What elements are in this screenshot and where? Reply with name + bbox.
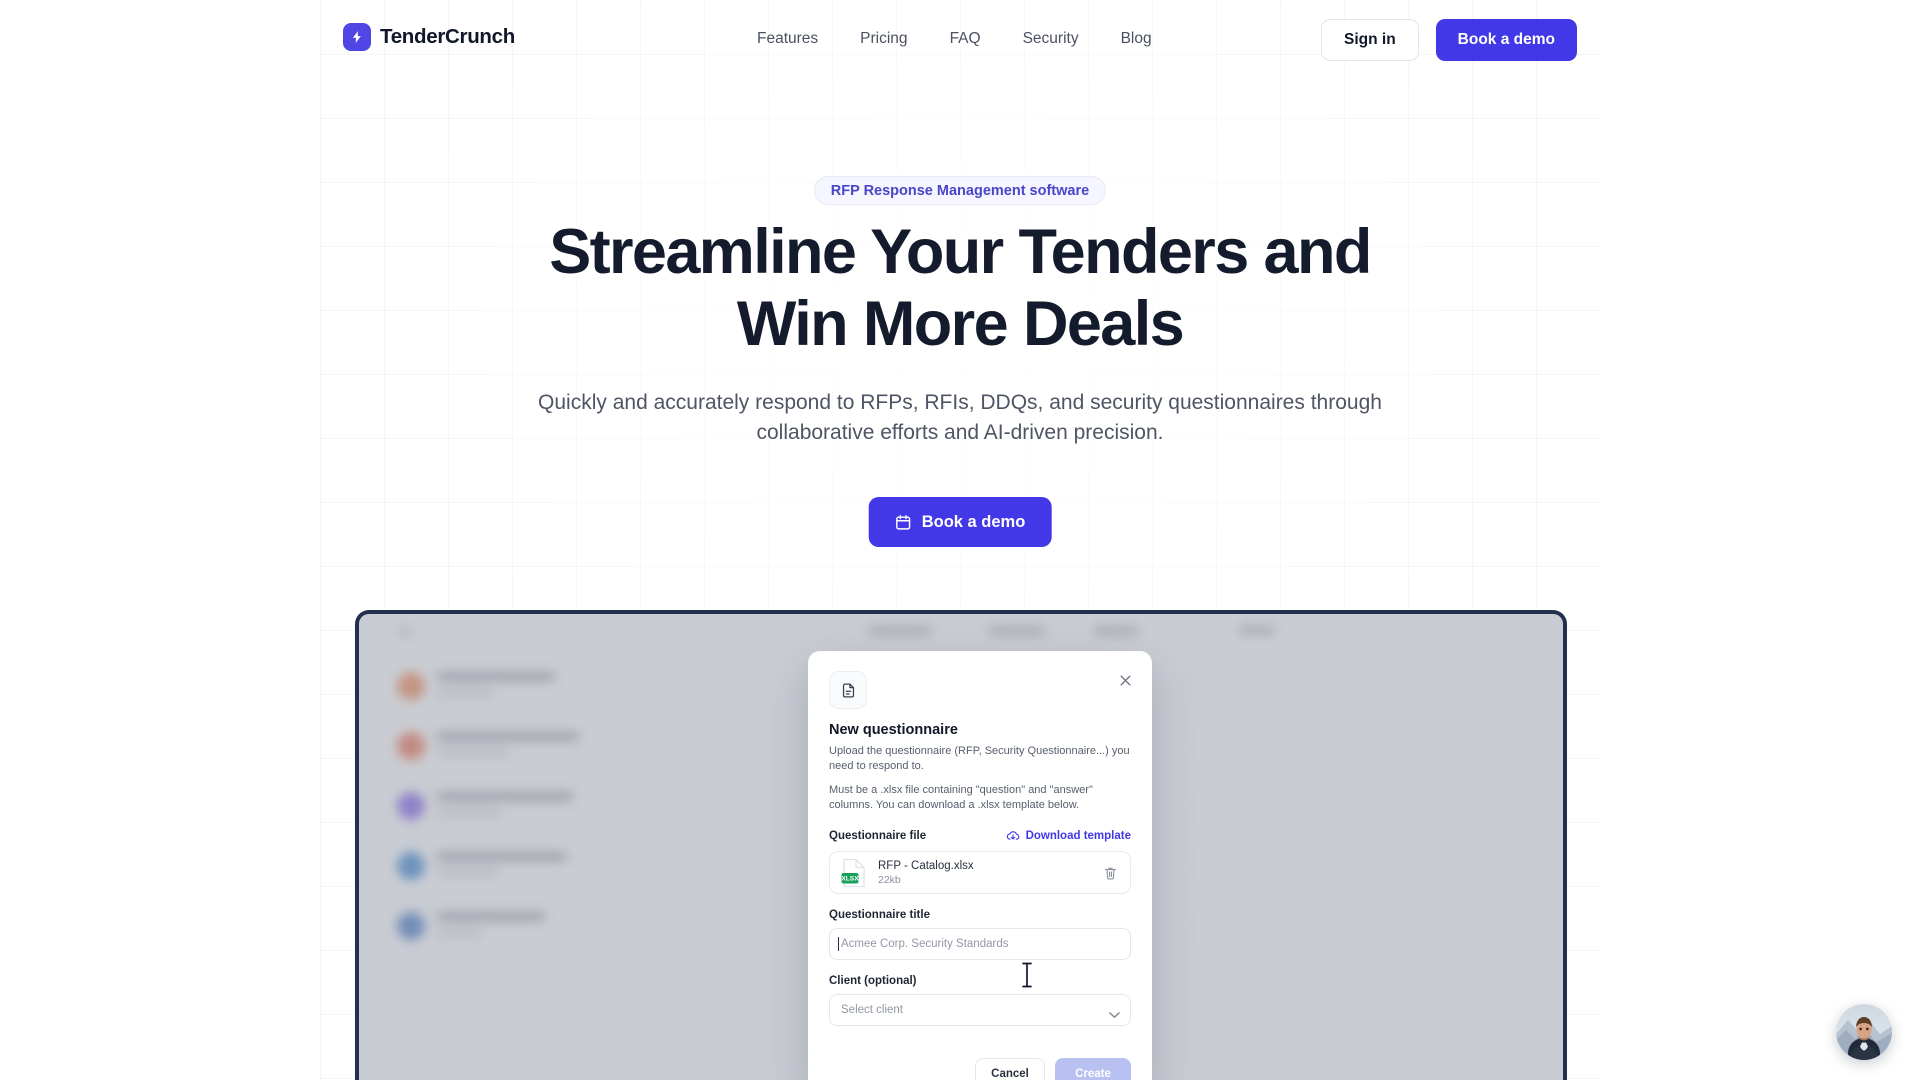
client-select[interactable]: Select client: [829, 994, 1131, 1026]
page-title: Streamline Your Tenders and Win More Dea…: [410, 216, 1510, 360]
document-icon: [829, 671, 867, 709]
uploaded-file-meta: RFP - Catalog.xlsx 22kb: [878, 859, 974, 887]
calendar-icon: [895, 514, 912, 531]
nav-item-blog[interactable]: Blog: [1121, 30, 1152, 48]
nav-item-features[interactable]: Features: [757, 30, 818, 48]
modal-description-2: Must be a .xlsx file containing "questio…: [829, 784, 1093, 811]
book-demo-button-header[interactable]: Book a demo: [1435, 19, 1577, 61]
xlsx-file-icon: XLSX: [841, 858, 867, 888]
svg-text:XLSX: XLSX: [841, 875, 859, 882]
book-demo-button-hero[interactable]: Book a demo: [868, 497, 1052, 547]
hero-subtitle: Quickly and accurately respond to RFPs, …: [530, 388, 1390, 448]
lightning-bolt-icon: [343, 23, 371, 51]
hero-badge: RFP Response Management software: [813, 176, 1107, 205]
header-actions: Sign in Book a demo: [1321, 19, 1577, 61]
brand-logo-link[interactable]: TenderCrunch: [343, 23, 515, 51]
download-template-button[interactable]: Download template: [1006, 829, 1131, 843]
client-field: Client (optional) Select client: [829, 975, 1131, 1026]
primary-nav: Features Pricing FAQ Security Blog: [757, 30, 1152, 48]
questionnaire-title-field: Questionnaire title: [829, 909, 1131, 960]
nav-item-security[interactable]: Security: [1023, 30, 1079, 48]
modal-footer: Cancel Create: [829, 1058, 1131, 1080]
modal-title: New questionnaire: [829, 722, 958, 738]
questionnaire-file-label: Questionnaire file: [829, 830, 927, 842]
trash-icon[interactable]: [1102, 865, 1118, 882]
hero-title-line-1: Streamline Your Tenders and: [549, 217, 1372, 287]
uploaded-file-size: 22kb: [878, 873, 901, 886]
hero-subtitle-line-1: Quickly and accurately respond to RFPs, …: [538, 391, 1305, 414]
questionnaire-file-label-row: Questionnaire file Download template: [829, 829, 1131, 843]
client-label: Client (optional): [829, 975, 917, 987]
download-template-label: Download template: [1025, 830, 1131, 842]
uploaded-file-row: XLSX RFP - Catalog.xlsx 22kb: [829, 851, 1131, 894]
uploaded-file-name: RFP - Catalog.xlsx: [878, 859, 974, 872]
hero-title-line-2: Win More Deals: [736, 289, 1185, 359]
site-header: TenderCrunch Features Pricing FAQ Securi…: [0, 0, 1920, 80]
download-cloud-icon: [1006, 829, 1020, 843]
cancel-button[interactable]: Cancel: [975, 1058, 1045, 1080]
create-button[interactable]: Create: [1055, 1058, 1131, 1080]
new-questionnaire-modal: New questionnaire Upload the questionnai…: [808, 651, 1152, 1080]
book-demo-button-hero-label: Book a demo: [921, 512, 1026, 531]
modal-description-1: Upload the questionnaire (RFP, Security …: [829, 745, 1130, 772]
brand-name: TenderCrunch: [380, 25, 515, 48]
sign-in-button[interactable]: Sign in: [1321, 19, 1419, 61]
nav-item-pricing[interactable]: Pricing: [860, 30, 907, 48]
text-caret: [838, 937, 839, 951]
support-agent-avatar[interactable]: [1836, 1004, 1892, 1060]
close-icon[interactable]: [1114, 669, 1136, 691]
questionnaire-title-label: Questionnaire title: [829, 909, 930, 921]
nav-item-faq[interactable]: FAQ: [950, 30, 981, 48]
questionnaire-title-input[interactable]: [829, 928, 1131, 960]
